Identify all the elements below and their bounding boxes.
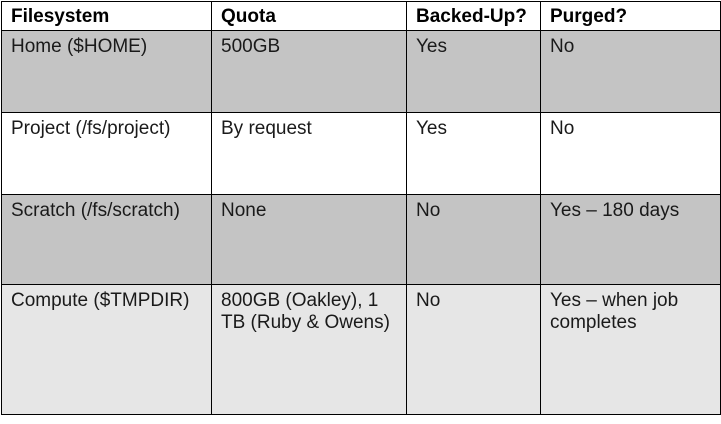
cell-quota: 800GB (Oakley), 1 TB (Ruby & Owens) (211, 284, 407, 415)
filesystem-table: Filesystem Quota Backed-Up? Purged? Home… (1, 1, 721, 415)
cell-filesystem: Home ($HOME) (1, 30, 212, 113)
cell-quota: By request (211, 112, 407, 195)
header-quota: Quota (211, 1, 407, 31)
cell-filesystem: Compute ($TMPDIR) (1, 284, 212, 415)
cell-filesystem: Project (/fs/project) (1, 112, 212, 195)
cell-quota: None (211, 194, 407, 285)
cell-backed-up: No (406, 194, 541, 285)
table-row: Project (/fs/project) By request Yes No (1, 112, 721, 195)
cell-quota: 500GB (211, 30, 407, 113)
header-purged: Purged? (540, 1, 721, 31)
header-filesystem: Filesystem (1, 1, 212, 31)
header-backed-up: Backed-Up? (406, 1, 541, 31)
cell-backed-up: Yes (406, 112, 541, 195)
cell-backed-up: No (406, 284, 541, 415)
table-row: Home ($HOME) 500GB Yes No (1, 30, 721, 113)
cell-purged: No (540, 30, 721, 113)
table-row: Scratch (/fs/scratch) None No Yes – 180 … (1, 194, 721, 285)
cell-purged: Yes – when job completes (540, 284, 721, 415)
cell-purged: No (540, 112, 721, 195)
cell-filesystem: Scratch (/fs/scratch) (1, 194, 212, 285)
table-row: Compute ($TMPDIR) 800GB (Oakley), 1 TB (… (1, 284, 721, 415)
cell-backed-up: Yes (406, 30, 541, 113)
table-header-row: Filesystem Quota Backed-Up? Purged? (1, 1, 721, 31)
cell-purged: Yes – 180 days (540, 194, 721, 285)
